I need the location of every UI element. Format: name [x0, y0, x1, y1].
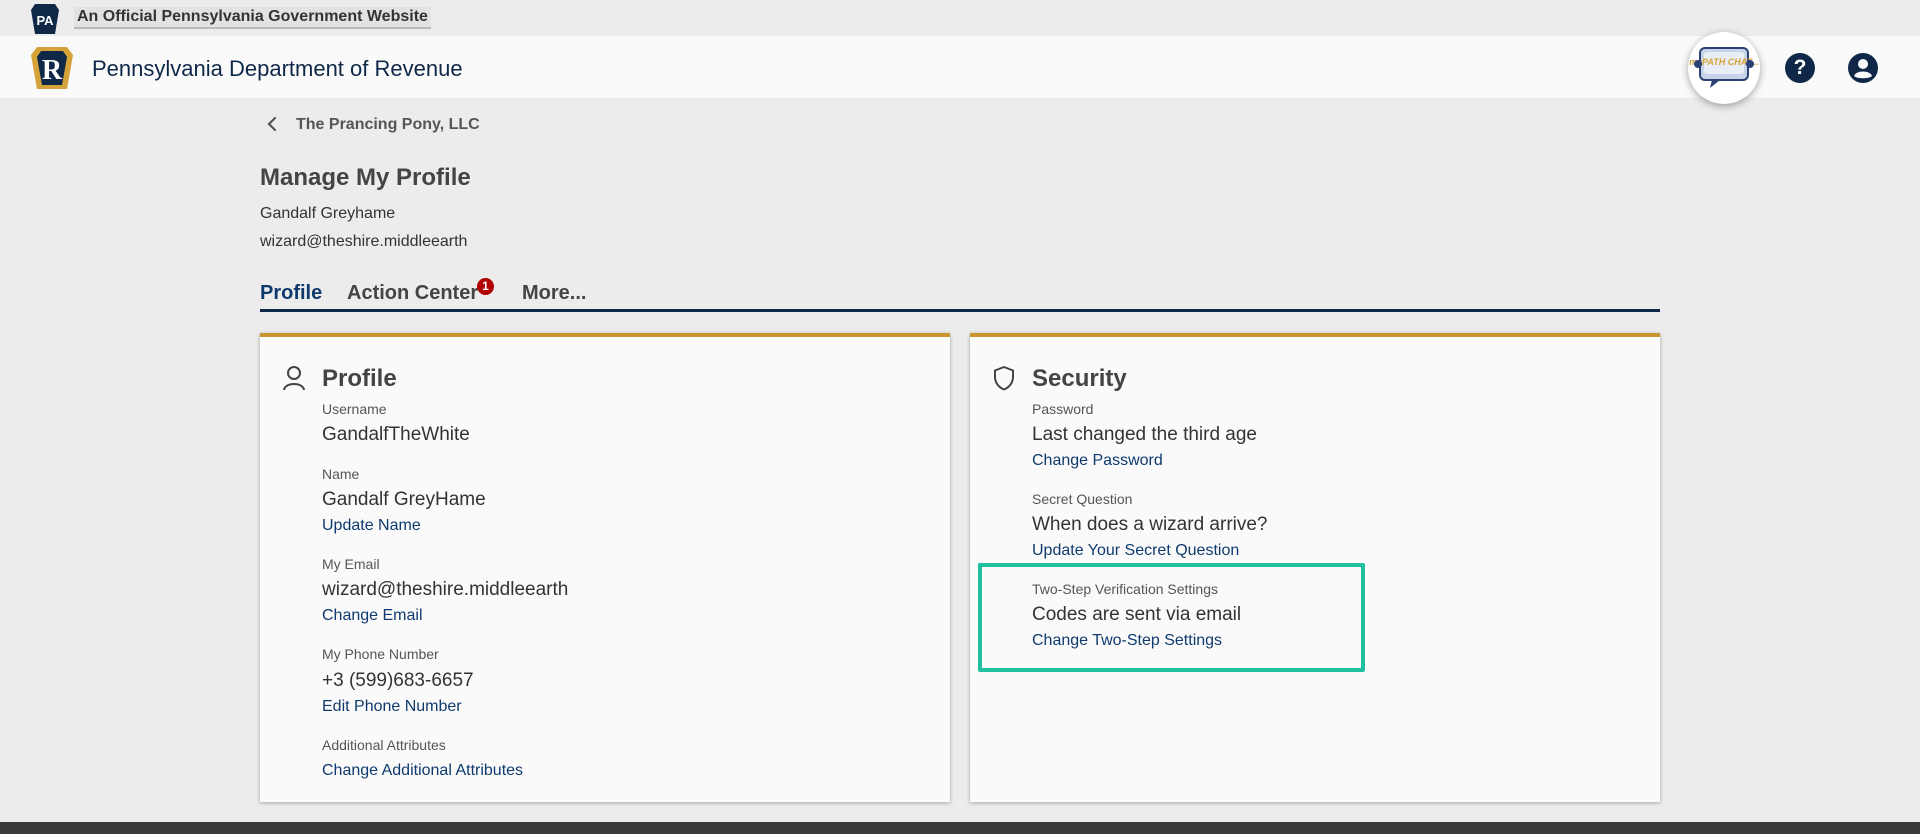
tab-profile[interactable]: Profile [260, 282, 322, 305]
account-icon[interactable] [1848, 53, 1878, 83]
mypath-chat-button[interactable]: myPATH CHAT... [1688, 32, 1760, 104]
security-card-title: Security [1032, 365, 1127, 392]
notification-badge: 1 [477, 278, 494, 295]
profile-tabs: Profile Action Center 1 More... [260, 278, 1660, 312]
edit-phone-link[interactable]: Edit Phone Number [322, 698, 462, 716]
phone-value: +3 (599)683-6657 [322, 670, 474, 691]
help-icon[interactable]: ? [1785, 53, 1815, 83]
update-name-link[interactable]: Update Name [322, 517, 421, 535]
username-label: Username [322, 401, 387, 417]
revenue-keystone-logo[interactable]: R [31, 47, 73, 89]
two-step-highlight-box [978, 563, 1365, 672]
chevron-left-icon[interactable] [266, 115, 278, 133]
pa-keystone-icon: PA [31, 4, 59, 34]
email-label: My Email [322, 556, 380, 572]
secret-question-value: When does a wizard arrive? [1032, 514, 1268, 535]
username-value: GandalfTheWhite [322, 424, 470, 445]
change-password-link[interactable]: Change Password [1032, 452, 1163, 470]
name-label: Name [322, 466, 360, 482]
tab-action-center[interactable]: Action Center [347, 282, 478, 305]
svg-text:PA: PA [36, 13, 54, 28]
site-header: R Pennsylvania Department of Revenue myP… [0, 32, 1920, 104]
official-site-banner: PA An Official Pennsylvania Government W… [0, 0, 1920, 36]
department-title[interactable]: Pennsylvania Department of Revenue [92, 56, 463, 82]
svg-text:R: R [42, 55, 63, 86]
email-value: wizard@theshire.middleearth [322, 579, 569, 600]
password-value: Last changed the third age [1032, 424, 1258, 445]
page-title: Manage My Profile [260, 164, 471, 191]
official-site-text[interactable]: An Official Pennsylvania Government Webs… [74, 7, 431, 29]
user-full-name: Gandalf Greyhame [260, 205, 396, 222]
tab-more[interactable]: More... [522, 282, 586, 305]
change-attributes-link[interactable]: Change Additional Attributes [322, 762, 523, 780]
phone-label: My Phone Number [322, 646, 439, 662]
additional-attributes-label: Additional Attributes [322, 737, 446, 753]
breadcrumb-business-name[interactable]: The Prancing Pony, LLC [296, 116, 480, 134]
update-secret-question-link[interactable]: Update Your Secret Question [1032, 542, 1239, 560]
change-email-link[interactable]: Change Email [322, 607, 423, 625]
profile-card-title: Profile [322, 365, 397, 392]
name-value: Gandalf GreyHame [322, 489, 486, 510]
chat-icon: myPATH CHAT... [1689, 47, 1759, 88]
profile-card: Profile Username GandalfTheWhite Name Ga… [260, 333, 950, 802]
person-icon [283, 366, 305, 391]
user-email: wizard@theshire.middleearth [260, 233, 468, 250]
shield-icon [994, 366, 1014, 391]
password-label: Password [1032, 401, 1094, 417]
footer-bar [0, 822, 1920, 834]
secret-question-label: Secret Question [1032, 491, 1133, 507]
